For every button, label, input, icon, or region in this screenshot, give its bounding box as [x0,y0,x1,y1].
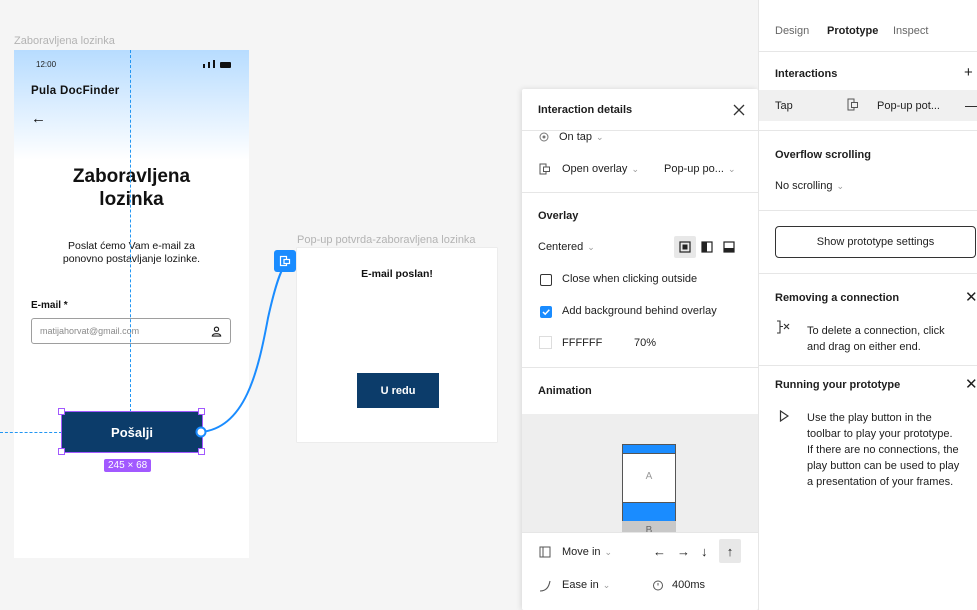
duration-value[interactable]: 400ms [672,579,705,591]
interaction-target: Pop-up pot... [877,100,940,112]
add-background-label: Add background behind overlay [562,305,717,317]
running-heading: Running your prototype [775,379,901,391]
design-canvas[interactable]: Zaboravljena lozinka 12:00 Pula DocFinde… [0,0,758,610]
overflow-value: No scrolling [775,180,833,192]
action-value: Open overlay [562,163,628,175]
removing-text: To delete a connection, click and drag o… [807,323,945,355]
chevron-down-icon: ⌄ [604,547,613,557]
align-center-icon[interactable] [674,236,696,258]
chevron-down-icon: ⌄ [587,242,595,252]
popup-message: E-mail poslan! [361,268,433,280]
chevron-down-icon: ⌄ [602,580,611,590]
arrow-up-icon[interactable]: ↑ [719,539,741,563]
tab-design[interactable]: Design [775,25,809,37]
destination-value: Pop-up po... [664,163,724,175]
divider [522,130,758,131]
chevron-down-icon: ⌄ [631,164,639,174]
animation-type-value: Move in [562,546,601,558]
interaction-details-panel: Interaction details On tap ⌄ Open overlay… [522,89,758,610]
animation-preview: A B [522,414,758,532]
play-icon [779,410,789,422]
easing-select[interactable]: Ease in ⌄ [562,579,610,591]
divider [759,130,977,131]
check-icon [542,309,550,316]
removing-heading: Removing a connection [775,292,900,304]
preview-frame-b: B [622,521,676,532]
chevron-down-icon: ⌄ [836,181,845,191]
removing-line-1: To delete a connection, click [807,325,945,337]
align-bottom-icon[interactable] [718,236,740,258]
preview-label-a: A [645,471,653,482]
running-text: Use the play button in the toolbar to pl… [807,410,959,490]
running-line-1: Use the play button in the [807,412,932,424]
interactions-heading: Interactions [775,68,838,80]
trigger-value: On tap [559,131,593,143]
overlay-icon [539,163,550,175]
close-icon[interactable] [728,99,750,121]
divider [522,367,758,368]
arrow-down-icon[interactable]: ↓ [701,544,708,559]
add-interaction-icon[interactable]: + [964,64,973,81]
target-icon [539,132,549,142]
divider [522,532,758,533]
running-line-5: a presentation of your frames. [807,476,954,488]
color-swatch[interactable] [539,336,552,349]
chevron-down-icon: ⌄ [727,164,736,174]
preview-label-b: B [645,525,653,532]
properties-panel: Design Prototype Inspect Interactions + … [758,0,977,610]
bg-color-value[interactable]: FFFFFF [562,337,602,349]
trigger-select[interactable]: On tap ⌄ [559,131,604,143]
arrow-left-icon[interactable]: ← [653,544,666,559]
easing-value: Ease in [562,579,599,591]
tab-prototype[interactable]: Prototype [827,25,878,37]
close-outside-label: Close when clicking outside [562,273,698,285]
position-value: Centered [538,241,584,253]
destination-select[interactable]: Pop-up po... ⌄ [664,163,735,175]
divider [522,192,758,193]
animation-type-select[interactable]: Move in ⌄ [562,546,612,558]
divider [759,365,977,366]
add-background-checkbox[interactable] [540,306,552,318]
close-icon[interactable]: ✕ [965,288,977,306]
details-title: Interaction details [538,104,633,116]
overflow-heading: Overflow scrolling [775,149,871,161]
divider [759,51,977,52]
move-in-icon [539,546,551,558]
align-left-icon[interactable] [696,236,718,258]
show-prototype-settings-button[interactable]: Show prototype settings [775,226,976,258]
running-line-3: If there are no connections, the [807,444,959,456]
overlay-icon [847,98,858,111]
arrow-right-icon[interactable]: → [677,544,690,559]
popup-frame[interactable]: E-mail poslan! U redu [297,248,497,442]
animation-heading: Animation [538,385,592,397]
close-outside-checkbox[interactable] [540,274,552,286]
interaction-row[interactable]: Tap Pop-up pot... — [759,90,977,121]
close-icon[interactable]: ✕ [965,375,977,393]
divider [759,273,977,274]
removing-line-2: and drag on either end. [807,341,921,353]
tab-inspect[interactable]: Inspect [893,25,928,37]
chevron-down-icon: ⌄ [596,132,604,142]
bg-opacity-value[interactable]: 70% [634,337,656,349]
action-select[interactable]: Open overlay ⌄ [562,163,639,175]
overlay-heading: Overlay [538,210,579,222]
disconnect-icon [777,320,790,334]
easing-curve-icon [539,580,551,592]
running-line-2: toolbar to play your prototype. [807,428,953,440]
preview-frame-a: A [622,444,676,532]
interaction-trigger: Tap [775,100,793,112]
divider [759,210,977,211]
running-line-4: play button can be used to play [807,460,960,472]
timer-icon [653,580,663,591]
popup-frame-label[interactable]: Pop-up potvrda-zaboravljena lozinka [297,234,476,246]
overflow-select[interactable]: No scrolling ⌄ [775,180,844,192]
position-select[interactable]: Centered ⌄ [538,241,595,253]
connection-target-icon[interactable] [274,250,296,272]
ok-button[interactable]: U redu [357,373,439,408]
remove-interaction-icon[interactable]: — [965,97,977,113]
